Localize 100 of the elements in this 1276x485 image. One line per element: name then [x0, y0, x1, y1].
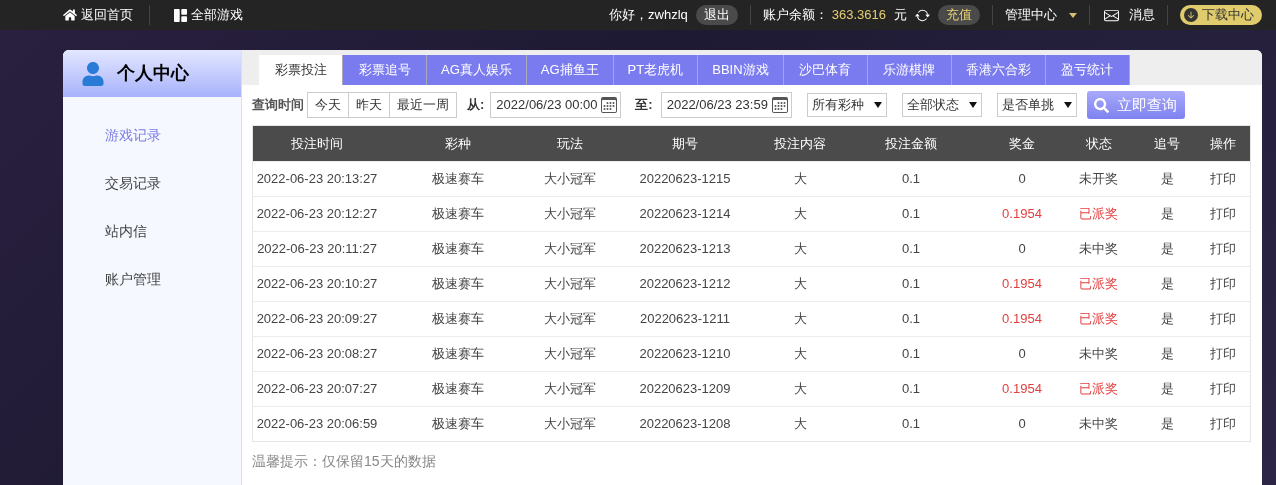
tab[interactable]: 乐游棋牌 [867, 55, 952, 85]
mail-icon [1102, 7, 1121, 23]
table-cell-text: 20220623-1213 [638, 240, 732, 259]
filter-select[interactable]: 全部状态 [901, 93, 982, 117]
table-cell-text: 大 [792, 240, 808, 259]
table-cell-text: 极速赛车 [431, 380, 485, 399]
table-cell-text: 20220623-1210 [638, 345, 732, 364]
table-cell-text: 大小冠军 [543, 275, 597, 294]
table-cell-text: 2022-06-23 20:10:27 [255, 275, 379, 294]
tab[interactable]: PT老虎机 [613, 55, 699, 85]
table-cell-text: 0.1954 [1001, 205, 1043, 224]
table-cell-text: 0.1 [900, 345, 922, 364]
sidebar-item[interactable]: 站内信 [63, 207, 241, 255]
table-cell-text: 0.1954 [1001, 380, 1043, 399]
home-icon [63, 8, 77, 22]
table-cell-text: 0 [1017, 415, 1027, 434]
column-header: 投注内容 [773, 134, 827, 153]
table-cell-text: 大 [792, 380, 808, 399]
tab[interactable]: BBIN游戏 [698, 55, 784, 85]
table-cell-text: 大 [792, 205, 808, 224]
table-cell-text: 极速赛车 [431, 240, 485, 259]
column-header: 奖金 [1008, 134, 1036, 153]
table-cell-text: 大 [792, 415, 808, 434]
user-icon [81, 61, 105, 86]
tab[interactable]: 沙巴体育 [783, 55, 868, 85]
table-cell-text: 大小冠军 [543, 310, 597, 329]
table-cell-text: 已派奖 [1078, 380, 1119, 399]
table-cell[interactable]: 打印 [1194, 204, 1252, 224]
table-cell-text: 未开奖 [1078, 170, 1119, 189]
table-cell-text: 已派奖 [1078, 205, 1119, 224]
tab[interactable]: AG捕鱼王 [526, 55, 614, 85]
table-cell-text: 20220623-1208 [638, 415, 732, 434]
download-button[interactable]: 下载中心 [1180, 5, 1262, 25]
manage-menu[interactable]: 管理中心 [1005, 5, 1077, 25]
column-header: 投注金额 [884, 134, 938, 153]
table-cell-text: 大小冠军 [543, 380, 597, 399]
table-cell[interactable]: 打印 [1194, 344, 1252, 364]
tab[interactable]: 彩票追号 [343, 55, 427, 85]
table-cell-text: 0 [1017, 345, 1027, 364]
tab[interactable]: 彩票投注 [259, 55, 343, 85]
calendar-icon [771, 97, 788, 113]
table-cell-text: 已派奖 [1078, 310, 1119, 329]
table-cell-text: 大小冠军 [543, 240, 597, 259]
table-cell-text: 是 [1159, 310, 1175, 329]
caret-icon [968, 102, 977, 108]
grid-icon [174, 8, 187, 22]
table-cell-text: 极速赛车 [431, 170, 485, 189]
greeting-text: 你好，zwhzlq [609, 6, 688, 25]
table-cell-text: 2022-06-23 20:07:27 [255, 380, 379, 399]
home-link[interactable]: 返回首页 [63, 5, 133, 25]
table-cell-text: 0.1 [900, 415, 922, 434]
table-cell[interactable]: 打印 [1194, 414, 1252, 434]
table-cell-text: 20220623-1214 [638, 205, 732, 224]
tab[interactable]: AG真人娱乐 [427, 55, 527, 85]
table-cell-text: 0.1 [900, 205, 922, 224]
table-cell-text: 0 [1017, 170, 1027, 189]
table-cell[interactable]: 打印 [1194, 379, 1252, 399]
caret-icon [1063, 102, 1072, 108]
search-icon [1094, 97, 1110, 113]
tab[interactable]: 盈亏统计 [1045, 55, 1130, 85]
column-header: 状态 [1084, 134, 1113, 153]
to-date-field[interactable]: 2022/06/23 23:59 [660, 92, 792, 118]
caret-icon [1069, 12, 1077, 18]
from-date-field[interactable]: 2022/06/23 00:00 [490, 92, 622, 118]
filter-select[interactable]: 是否单挑 [996, 93, 1077, 117]
table-cell[interactable]: 打印 [1194, 309, 1252, 329]
table-cell-text: 是 [1159, 345, 1175, 364]
table-cell-text: 极速赛车 [431, 275, 485, 294]
table-cell-text: 20220623-1215 [638, 170, 732, 189]
table-cell-text: 2022-06-23 20:12:27 [255, 205, 379, 224]
table-cell-text: 是 [1159, 240, 1175, 259]
table-cell-text: 极速赛车 [431, 345, 485, 364]
table-cell-text: 0.1954 [1001, 310, 1043, 329]
messages-link[interactable]: 消息 [1102, 5, 1155, 25]
table-cell[interactable]: 打印 [1194, 169, 1252, 189]
table-cell-text: 是 [1159, 170, 1175, 189]
sidebar-title: 个人中心 [117, 62, 189, 85]
table-cell-text: 大小冠军 [543, 415, 597, 434]
table-cell-text: 极速赛车 [431, 310, 485, 329]
refresh-icon[interactable] [915, 7, 930, 23]
date-range-button[interactable]: 最近一周 [389, 92, 457, 118]
table-cell-text: 0.1 [900, 275, 922, 294]
date-range-button[interactable]: 昨天 [348, 92, 390, 118]
table-cell-text: 未中奖 [1078, 415, 1119, 434]
table-cell-text: 是 [1159, 205, 1175, 224]
table-cell-text: 2022-06-23 20:11:27 [256, 240, 378, 259]
recharge-button[interactable]: 充值 [938, 5, 980, 25]
to-label: 至: [635, 96, 653, 115]
sidebar-item[interactable]: 游戏记录 [63, 111, 241, 159]
date-range-button[interactable]: 今天 [307, 92, 349, 118]
table-cell[interactable]: 打印 [1194, 239, 1252, 259]
table-cell-text: 0.1 [900, 170, 922, 189]
tab[interactable]: 香港六合彩 [951, 55, 1046, 85]
table-cell[interactable]: 打印 [1194, 274, 1252, 294]
filter-select[interactable]: 所有彩种 [806, 93, 887, 117]
logout-button[interactable]: 退出 [695, 5, 738, 25]
sidebar-item[interactable]: 交易记录 [63, 159, 241, 207]
sidebar-item[interactable]: 账户管理 [63, 255, 241, 303]
games-link[interactable]: 全部游戏 [174, 5, 243, 25]
caret-icon [873, 102, 882, 108]
